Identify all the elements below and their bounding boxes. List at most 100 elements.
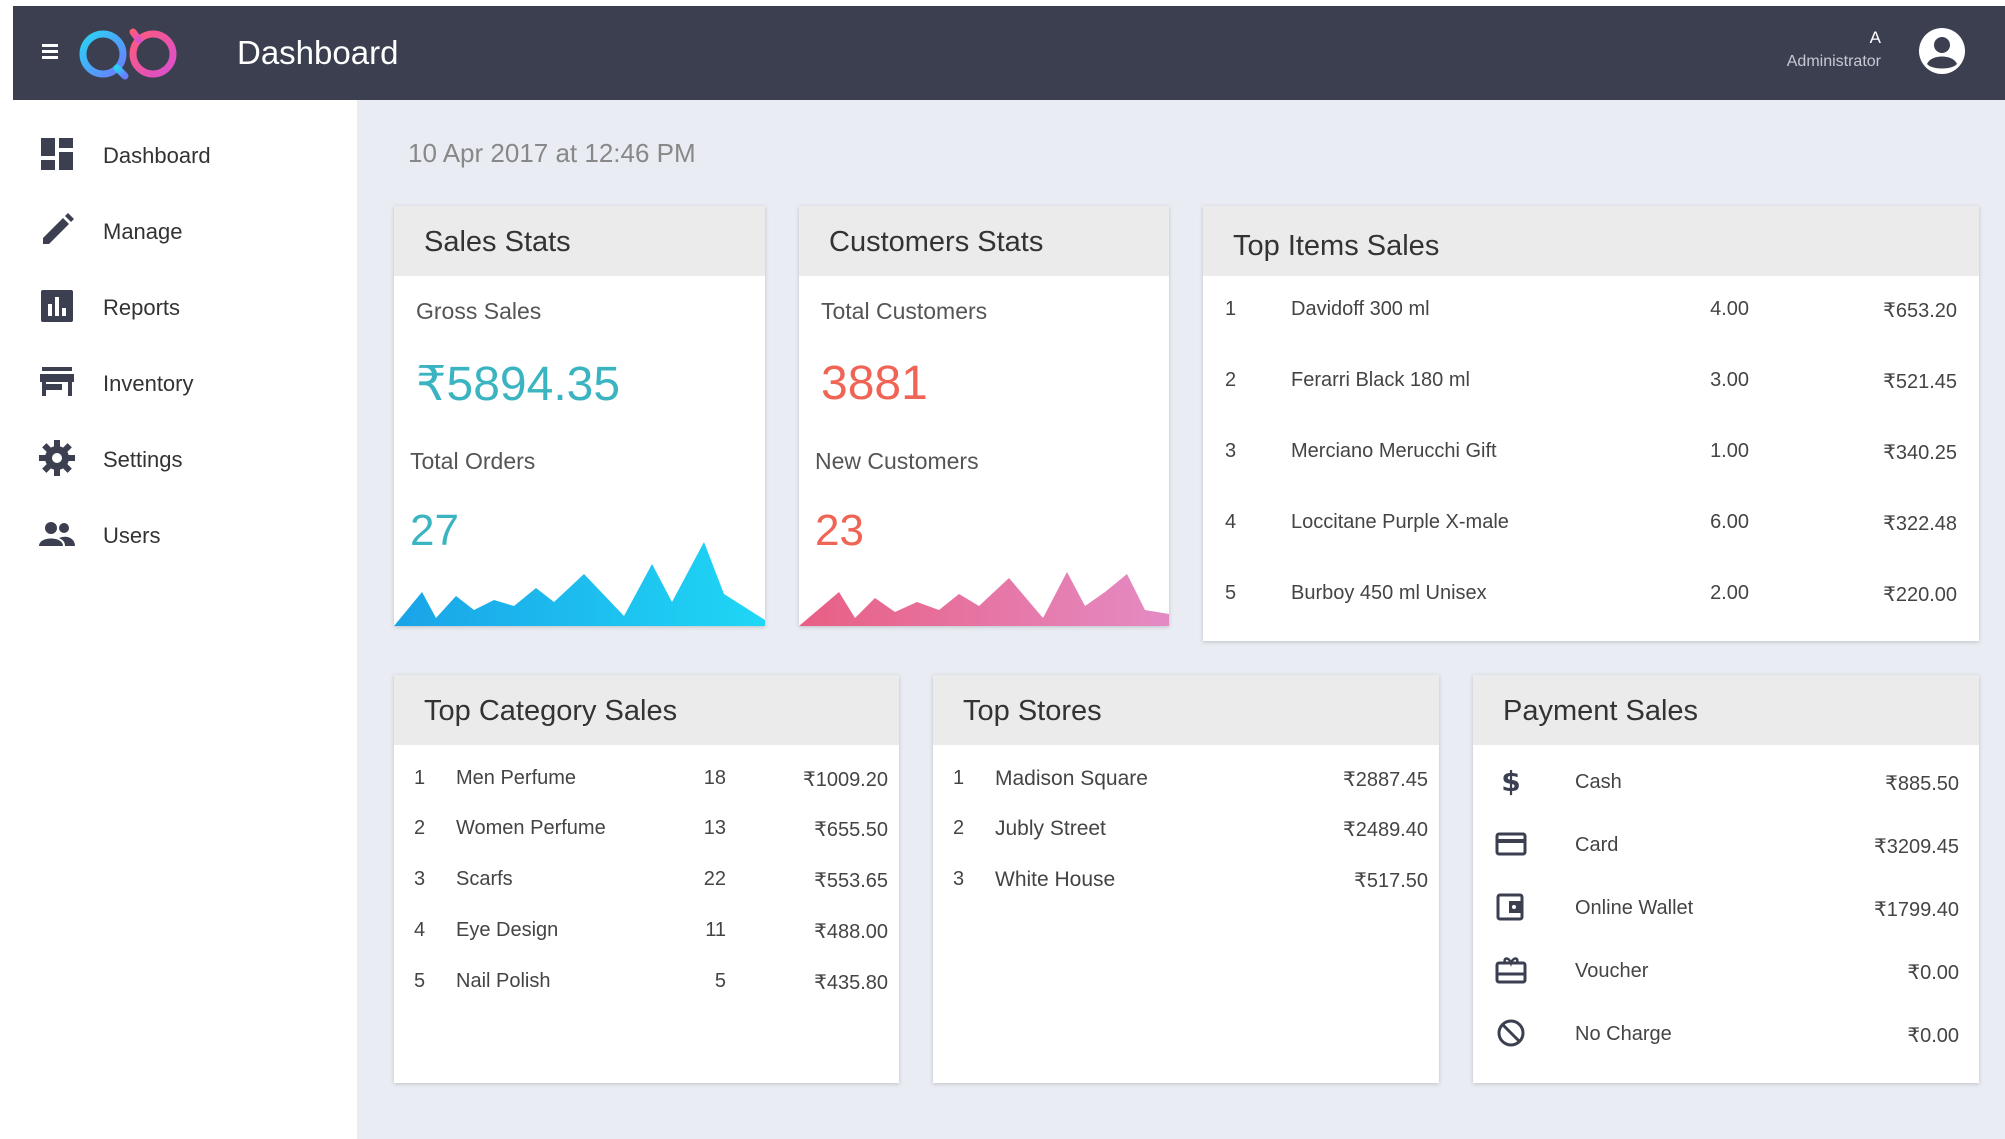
table-row[interactable]: Card ₹3209.45: [1473, 826, 1979, 870]
sidebar-item-users[interactable]: Users: [13, 502, 357, 566]
category-name: Women Perfume: [456, 817, 606, 839]
table-row[interactable]: 1 Davidoff 300 ml 4.00 ₹653.20: [1203, 298, 1979, 338]
rank: 4: [1225, 511, 1237, 533]
voucher-icon: [1495, 957, 1527, 984]
payment-method: Card: [1575, 834, 1619, 856]
table-row[interactable]: 1 Madison Square ₹2887.45: [933, 767, 1439, 803]
payment-method: Online Wallet: [1575, 897, 1694, 919]
sidebar-item-label: Users: [103, 523, 161, 548]
category-qty: 13: [703, 817, 726, 839]
item-qty: 2.00: [1710, 582, 1749, 604]
card-header: Payment Sales: [1473, 675, 1979, 745]
payment-amount: ₹1799.40: [1873, 899, 1959, 921]
rank: 5: [414, 970, 426, 992]
card-title: Sales Stats: [424, 226, 571, 258]
rank: 2: [414, 817, 426, 839]
svg-text:$: $: [1501, 765, 1520, 797]
store-name: Jubly Street: [995, 817, 1106, 840]
sidebar-item-label: Settings: [103, 447, 183, 472]
table-row[interactable]: 2 Women Perfume 13 ₹655.50: [394, 817, 899, 853]
table-row[interactable]: 4 Loccitane Purple X-male 6.00 ₹322.48: [1203, 511, 1979, 551]
item-qty: 4.00: [1710, 298, 1749, 320]
store-amount: ₹2887.45: [1342, 769, 1428, 791]
table-row[interactable]: Voucher ₹0.00: [1473, 952, 1979, 996]
category-qty: 22: [703, 868, 726, 890]
gross-sales-value: ₹5894.35: [416, 358, 621, 411]
table-row[interactable]: 4 Eye Design 11 ₹488.00: [394, 919, 899, 955]
card-title: Top Items Sales: [1233, 230, 1440, 262]
category-name: Eye Design: [456, 919, 559, 941]
item-amount: ₹220.00: [1883, 584, 1957, 606]
payment-method: Voucher: [1575, 960, 1649, 982]
item-amount: ₹322.48: [1883, 513, 1957, 535]
rank: 5: [1225, 582, 1237, 604]
payment-amount: ₹0.00: [1907, 1025, 1959, 1047]
category-amount: ₹553.65: [814, 870, 888, 892]
top-items-card: Top Items Sales 1 Davidoff 300 ml 4.00 ₹…: [1203, 206, 1979, 641]
report-datetime: 10 Apr 2017 at 12:46 PM: [408, 138, 696, 168]
table-row[interactable]: 2 Jubly Street ₹2489.40: [933, 817, 1439, 853]
card-title: Top Category Sales: [424, 695, 678, 727]
item-amount: ₹521.45: [1883, 371, 1957, 393]
card-header: Top Items Sales: [1203, 206, 1979, 276]
payment-method: Cash: [1575, 771, 1622, 793]
sidebar-item-settings[interactable]: Settings: [13, 426, 357, 490]
dashboard-icon: [41, 138, 73, 170]
table-row[interactable]: 2 Ferarri Black 180 ml 3.00 ₹521.45: [1203, 369, 1979, 409]
table-row[interactable]: 5 Burboy 450 ml Unisex 2.00 ₹220.00: [1203, 582, 1979, 622]
sidebar-item-inventory[interactable]: Inventory: [13, 350, 357, 414]
sidebar-item-label: Reports: [103, 295, 181, 320]
category-qty: 5: [714, 970, 726, 992]
user-avatar-icon[interactable]: [1917, 26, 1967, 76]
new-customers-label: New Customers: [815, 448, 979, 474]
table-row[interactable]: 3 Merciano Merucchi Gift 1.00 ₹340.25: [1203, 440, 1979, 480]
category-name: Men Perfume: [456, 767, 577, 789]
sidebar-item-dashboard[interactable]: Dashboard: [13, 122, 357, 186]
store-name: White House: [995, 868, 1116, 891]
hamburger-menu-icon[interactable]: [37, 36, 63, 66]
store-icon: [40, 367, 74, 396]
category-amount: ₹655.50: [814, 819, 888, 841]
category-qty: 11: [705, 919, 726, 941]
table-row[interactable]: Online Wallet ₹1799.40: [1473, 889, 1979, 933]
rank: 2: [953, 817, 965, 839]
sidebar-item-label: Dashboard: [103, 143, 211, 168]
sidebar: Dashboard Manage Reports Inventory Setti…: [13, 100, 357, 1139]
category-amount: ₹435.80: [814, 972, 888, 994]
sidebar-item-manage[interactable]: Manage: [13, 198, 357, 262]
payment-method: No Charge: [1575, 1023, 1672, 1045]
rank: 3: [1225, 440, 1237, 462]
user-role: Administrator: [1786, 53, 1881, 70]
store-name: Madison Square: [995, 767, 1148, 790]
gross-sales-label: Gross Sales: [416, 298, 542, 324]
card-title: Top Stores: [963, 695, 1102, 727]
category-amount: ₹1009.20: [802, 769, 888, 791]
table-row[interactable]: 3 White House ₹517.50: [933, 868, 1439, 904]
item-amount: ₹653.20: [1883, 300, 1957, 322]
category-qty: 18: [703, 767, 726, 789]
people-icon: [39, 522, 75, 546]
item-name: Merciano Merucchi Gift: [1291, 440, 1497, 462]
item-name: Burboy 450 ml Unisex: [1291, 582, 1487, 604]
rank: 1: [953, 767, 965, 789]
rank: 3: [953, 868, 965, 890]
pencil-icon: [43, 213, 74, 244]
rank: 1: [414, 767, 426, 789]
item-name: Davidoff 300 ml: [1291, 298, 1430, 320]
category-name: Nail Polish: [456, 970, 551, 992]
table-row[interactable]: $ Cash ₹885.50: [1473, 763, 1979, 807]
table-row[interactable]: No Charge ₹0.00: [1473, 1015, 1979, 1059]
top-category-card: Top Category Sales 1 Men Perfume 18 ₹100…: [394, 675, 899, 1083]
table-row[interactable]: 3 Scarfs 22 ₹553.65: [394, 868, 899, 904]
card-header: Top Category Sales: [394, 675, 899, 745]
sidebar-item-reports[interactable]: Reports: [13, 274, 357, 338]
table-row[interactable]: 1 Men Perfume 18 ₹1009.20: [394, 767, 899, 803]
item-qty: 1.00: [1710, 440, 1749, 462]
store-amount: ₹517.50: [1354, 870, 1428, 892]
rank: 2: [1225, 369, 1237, 391]
sales-stats-card: Sales Stats Gross Sales ₹5894.35 Total O…: [394, 206, 765, 626]
bar-chart-icon: [41, 290, 73, 322]
category-name: Scarfs: [456, 868, 513, 890]
table-row[interactable]: 5 Nail Polish 5 ₹435.80: [394, 970, 899, 1006]
total-customers-value: 3881: [821, 357, 928, 410]
